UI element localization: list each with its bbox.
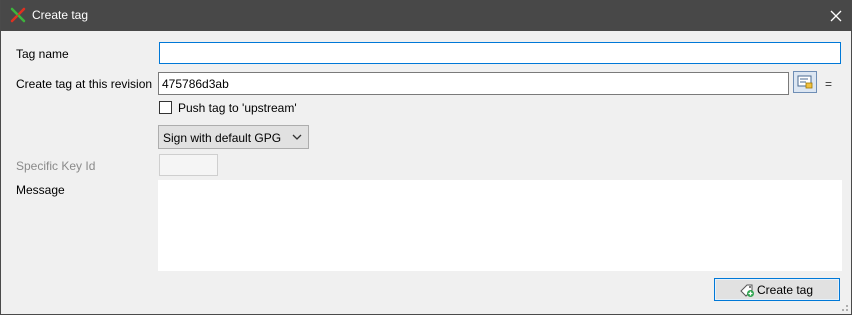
message-label: Message xyxy=(16,183,65,197)
revision-equals: = xyxy=(825,77,833,91)
tag-name-label: Tag name xyxy=(16,47,69,61)
revision-label: Create tag at this revision xyxy=(16,77,153,91)
push-tag-label[interactable]: Push tag to 'upstream' xyxy=(178,101,297,115)
close-icon xyxy=(830,10,842,21)
sign-mode-value: Sign with default GPG xyxy=(163,131,282,145)
create-tag-dialog: Create tag Tag name Create tag at this r… xyxy=(0,0,852,315)
revision-input[interactable] xyxy=(158,72,789,95)
tag-add-icon xyxy=(740,284,754,297)
key-id-label: Specific Key Id xyxy=(16,159,96,173)
create-tag-button[interactable]: Create tag xyxy=(714,278,840,301)
tag-name-input[interactable] xyxy=(159,42,841,64)
choose-revision-button[interactable] xyxy=(793,71,817,93)
chevron-down-icon xyxy=(292,134,302,140)
window-title: Create tag xyxy=(32,8,89,22)
create-tag-label: Create tag xyxy=(757,283,814,297)
git-tag-icon xyxy=(10,7,26,23)
key-id-input[interactable] xyxy=(159,154,218,176)
commit-browse-icon xyxy=(797,75,813,89)
title-bar: Create tag xyxy=(1,0,852,31)
sign-mode-select[interactable]: Sign with default GPG xyxy=(158,125,309,149)
resize-grip-icon[interactable] xyxy=(839,302,849,312)
push-tag-checkbox[interactable] xyxy=(159,101,172,114)
close-button[interactable] xyxy=(819,0,852,31)
message-textarea[interactable] xyxy=(158,180,842,271)
